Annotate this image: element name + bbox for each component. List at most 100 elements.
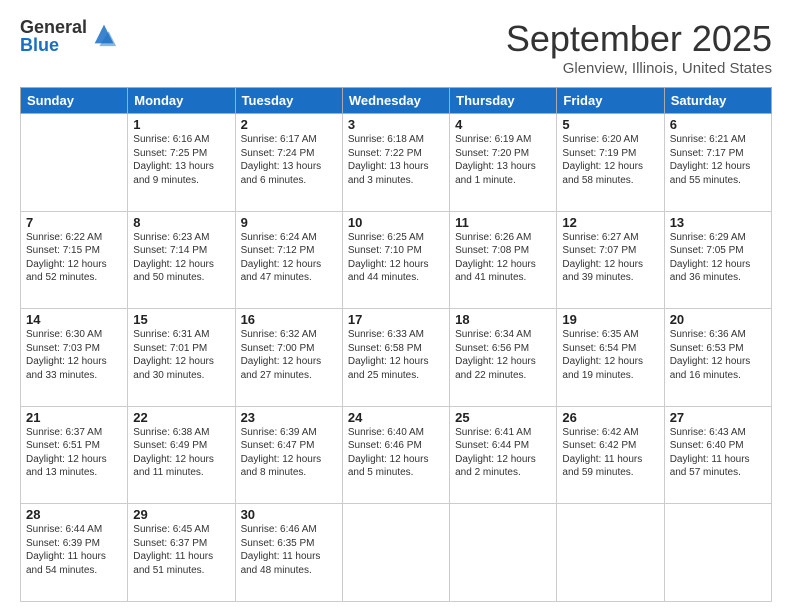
day-number: 1 xyxy=(133,117,229,132)
day-info: Sunrise: 6:21 AM Sunset: 7:17 PM Dayligh… xyxy=(670,133,766,187)
day-number: 20 xyxy=(670,312,766,327)
calendar-cell: 12Sunrise: 6:27 AM Sunset: 7:07 PM Dayli… xyxy=(557,211,664,309)
calendar: Sunday Monday Tuesday Wednesday Thursday… xyxy=(20,87,772,602)
day-info: Sunrise: 6:25 AM Sunset: 7:10 PM Dayligh… xyxy=(348,231,444,285)
calendar-week-2: 14Sunrise: 6:30 AM Sunset: 7:03 PM Dayli… xyxy=(21,309,772,407)
logo-general: General xyxy=(20,18,87,36)
calendar-cell: 21Sunrise: 6:37 AM Sunset: 6:51 PM Dayli… xyxy=(21,406,128,504)
calendar-cell: 9Sunrise: 6:24 AM Sunset: 7:12 PM Daylig… xyxy=(235,211,342,309)
day-number: 6 xyxy=(670,117,766,132)
day-info: Sunrise: 6:46 AM Sunset: 6:35 PM Dayligh… xyxy=(241,523,337,577)
day-number: 28 xyxy=(26,507,122,522)
calendar-cell: 20Sunrise: 6:36 AM Sunset: 6:53 PM Dayli… xyxy=(664,309,771,407)
calendar-cell: 26Sunrise: 6:42 AM Sunset: 6:42 PM Dayli… xyxy=(557,406,664,504)
header-tuesday: Tuesday xyxy=(235,88,342,114)
day-number: 30 xyxy=(241,507,337,522)
day-info: Sunrise: 6:45 AM Sunset: 6:37 PM Dayligh… xyxy=(133,523,229,577)
calendar-week-4: 28Sunrise: 6:44 AM Sunset: 6:39 PM Dayli… xyxy=(21,504,772,602)
weekday-header-row: Sunday Monday Tuesday Wednesday Thursday… xyxy=(21,88,772,114)
day-info: Sunrise: 6:36 AM Sunset: 6:53 PM Dayligh… xyxy=(670,328,766,382)
calendar-cell: 16Sunrise: 6:32 AM Sunset: 7:00 PM Dayli… xyxy=(235,309,342,407)
calendar-cell xyxy=(342,504,449,602)
calendar-cell: 23Sunrise: 6:39 AM Sunset: 6:47 PM Dayli… xyxy=(235,406,342,504)
day-number: 7 xyxy=(26,215,122,230)
calendar-cell: 11Sunrise: 6:26 AM Sunset: 7:08 PM Dayli… xyxy=(450,211,557,309)
calendar-cell: 15Sunrise: 6:31 AM Sunset: 7:01 PM Dayli… xyxy=(128,309,235,407)
calendar-cell: 17Sunrise: 6:33 AM Sunset: 6:58 PM Dayli… xyxy=(342,309,449,407)
day-info: Sunrise: 6:29 AM Sunset: 7:05 PM Dayligh… xyxy=(670,231,766,285)
day-number: 26 xyxy=(562,410,658,425)
day-info: Sunrise: 6:44 AM Sunset: 6:39 PM Dayligh… xyxy=(26,523,122,577)
calendar-cell: 7Sunrise: 6:22 AM Sunset: 7:15 PM Daylig… xyxy=(21,211,128,309)
calendar-cell: 10Sunrise: 6:25 AM Sunset: 7:10 PM Dayli… xyxy=(342,211,449,309)
day-number: 24 xyxy=(348,410,444,425)
day-info: Sunrise: 6:43 AM Sunset: 6:40 PM Dayligh… xyxy=(670,426,766,480)
calendar-cell: 4Sunrise: 6:19 AM Sunset: 7:20 PM Daylig… xyxy=(450,114,557,212)
day-info: Sunrise: 6:37 AM Sunset: 6:51 PM Dayligh… xyxy=(26,426,122,480)
calendar-cell: 1Sunrise: 6:16 AM Sunset: 7:25 PM Daylig… xyxy=(128,114,235,212)
day-number: 25 xyxy=(455,410,551,425)
calendar-cell: 19Sunrise: 6:35 AM Sunset: 6:54 PM Dayli… xyxy=(557,309,664,407)
calendar-week-3: 21Sunrise: 6:37 AM Sunset: 6:51 PM Dayli… xyxy=(21,406,772,504)
day-info: Sunrise: 6:22 AM Sunset: 7:15 PM Dayligh… xyxy=(26,231,122,285)
calendar-cell xyxy=(450,504,557,602)
header-wednesday: Wednesday xyxy=(342,88,449,114)
header-saturday: Saturday xyxy=(664,88,771,114)
calendar-cell: 13Sunrise: 6:29 AM Sunset: 7:05 PM Dayli… xyxy=(664,211,771,309)
logo-text: General Blue xyxy=(20,18,87,54)
day-number: 14 xyxy=(26,312,122,327)
calendar-cell xyxy=(557,504,664,602)
day-info: Sunrise: 6:40 AM Sunset: 6:46 PM Dayligh… xyxy=(348,426,444,480)
header: General Blue September 2025 Glenview, Il… xyxy=(20,18,772,77)
day-number: 15 xyxy=(133,312,229,327)
day-number: 4 xyxy=(455,117,551,132)
header-sunday: Sunday xyxy=(21,88,128,114)
day-info: Sunrise: 6:18 AM Sunset: 7:22 PM Dayligh… xyxy=(348,133,444,187)
calendar-cell: 2Sunrise: 6:17 AM Sunset: 7:24 PM Daylig… xyxy=(235,114,342,212)
header-monday: Monday xyxy=(128,88,235,114)
day-number: 11 xyxy=(455,215,551,230)
calendar-week-1: 7Sunrise: 6:22 AM Sunset: 7:15 PM Daylig… xyxy=(21,211,772,309)
calendar-cell: 3Sunrise: 6:18 AM Sunset: 7:22 PM Daylig… xyxy=(342,114,449,212)
calendar-cell: 14Sunrise: 6:30 AM Sunset: 7:03 PM Dayli… xyxy=(21,309,128,407)
day-number: 9 xyxy=(241,215,337,230)
calendar-cell: 22Sunrise: 6:38 AM Sunset: 6:49 PM Dayli… xyxy=(128,406,235,504)
calendar-cell: 27Sunrise: 6:43 AM Sunset: 6:40 PM Dayli… xyxy=(664,406,771,504)
day-number: 8 xyxy=(133,215,229,230)
page: General Blue September 2025 Glenview, Il… xyxy=(0,0,792,612)
day-info: Sunrise: 6:24 AM Sunset: 7:12 PM Dayligh… xyxy=(241,231,337,285)
calendar-cell: 25Sunrise: 6:41 AM Sunset: 6:44 PM Dayli… xyxy=(450,406,557,504)
logo: General Blue xyxy=(20,18,118,54)
day-number: 5 xyxy=(562,117,658,132)
day-number: 13 xyxy=(670,215,766,230)
day-info: Sunrise: 6:32 AM Sunset: 7:00 PM Dayligh… xyxy=(241,328,337,382)
day-number: 23 xyxy=(241,410,337,425)
day-number: 27 xyxy=(670,410,766,425)
day-info: Sunrise: 6:26 AM Sunset: 7:08 PM Dayligh… xyxy=(455,231,551,285)
day-info: Sunrise: 6:16 AM Sunset: 7:25 PM Dayligh… xyxy=(133,133,229,187)
day-info: Sunrise: 6:35 AM Sunset: 6:54 PM Dayligh… xyxy=(562,328,658,382)
logo-icon xyxy=(90,20,118,48)
day-number: 29 xyxy=(133,507,229,522)
day-number: 21 xyxy=(26,410,122,425)
day-number: 10 xyxy=(348,215,444,230)
day-number: 12 xyxy=(562,215,658,230)
day-info: Sunrise: 6:34 AM Sunset: 6:56 PM Dayligh… xyxy=(455,328,551,382)
calendar-cell: 18Sunrise: 6:34 AM Sunset: 6:56 PM Dayli… xyxy=(450,309,557,407)
calendar-week-0: 1Sunrise: 6:16 AM Sunset: 7:25 PM Daylig… xyxy=(21,114,772,212)
day-info: Sunrise: 6:20 AM Sunset: 7:19 PM Dayligh… xyxy=(562,133,658,187)
day-info: Sunrise: 6:27 AM Sunset: 7:07 PM Dayligh… xyxy=(562,231,658,285)
day-number: 2 xyxy=(241,117,337,132)
day-info: Sunrise: 6:31 AM Sunset: 7:01 PM Dayligh… xyxy=(133,328,229,382)
month-title: September 2025 xyxy=(506,18,772,60)
location: Glenview, Illinois, United States xyxy=(506,60,772,77)
calendar-cell: 29Sunrise: 6:45 AM Sunset: 6:37 PM Dayli… xyxy=(128,504,235,602)
day-info: Sunrise: 6:30 AM Sunset: 7:03 PM Dayligh… xyxy=(26,328,122,382)
calendar-cell: 28Sunrise: 6:44 AM Sunset: 6:39 PM Dayli… xyxy=(21,504,128,602)
day-info: Sunrise: 6:17 AM Sunset: 7:24 PM Dayligh… xyxy=(241,133,337,187)
calendar-cell: 8Sunrise: 6:23 AM Sunset: 7:14 PM Daylig… xyxy=(128,211,235,309)
day-info: Sunrise: 6:41 AM Sunset: 6:44 PM Dayligh… xyxy=(455,426,551,480)
day-number: 17 xyxy=(348,312,444,327)
calendar-cell: 6Sunrise: 6:21 AM Sunset: 7:17 PM Daylig… xyxy=(664,114,771,212)
day-info: Sunrise: 6:39 AM Sunset: 6:47 PM Dayligh… xyxy=(241,426,337,480)
